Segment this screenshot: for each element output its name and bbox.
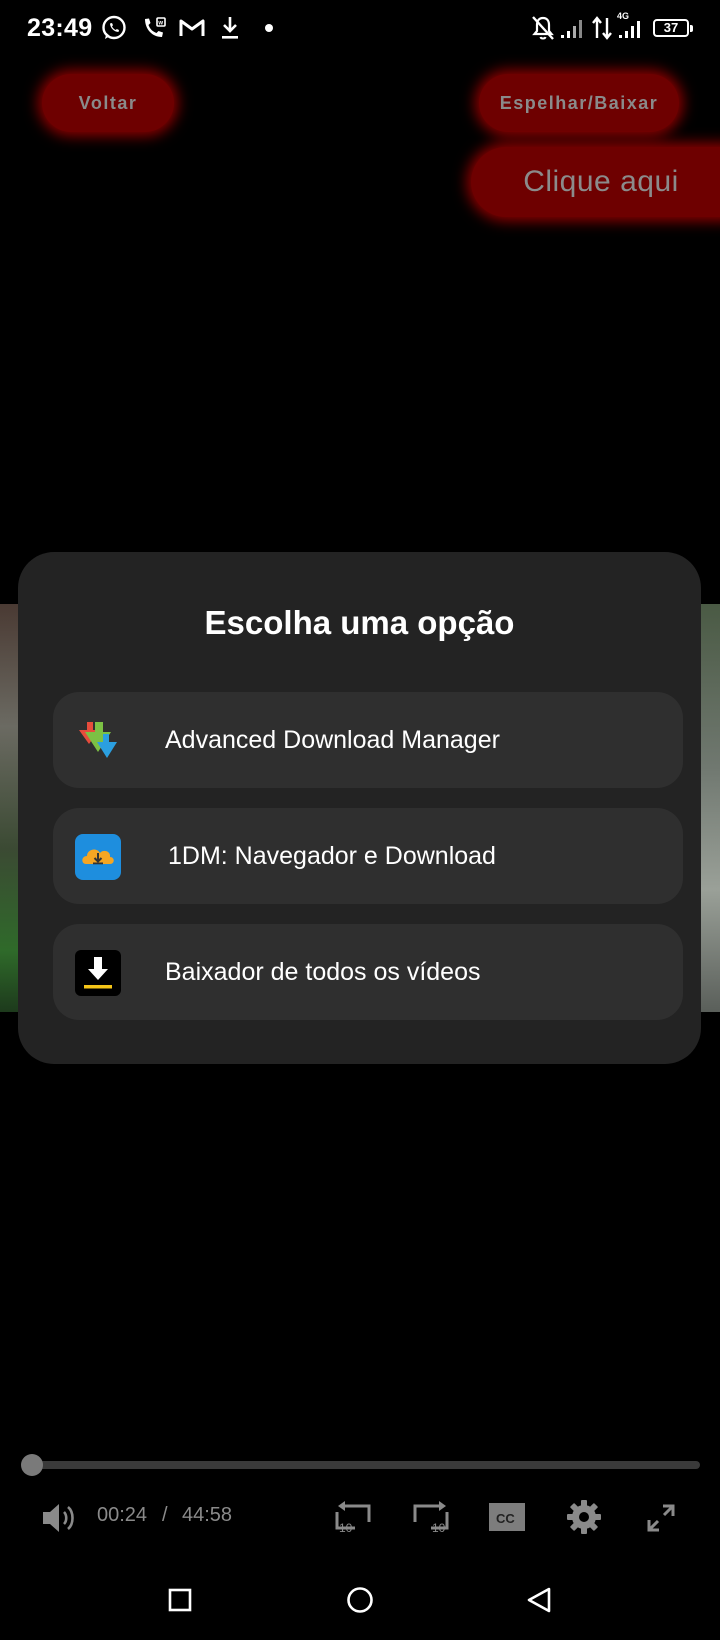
seek-bar[interactable] — [21, 1454, 700, 1476]
option-advanced-download-manager[interactable]: Advanced Download Manager — [53, 692, 683, 788]
dot-icon — [265, 24, 273, 32]
volume-icon[interactable] — [40, 1500, 78, 1536]
signal-icon — [561, 20, 582, 38]
settings-gear-icon[interactable] — [566, 1499, 602, 1535]
option-label: 1DM: Navegador e Download — [168, 842, 496, 870]
gmail-icon — [179, 19, 205, 36]
fullscreen-icon[interactable] — [645, 1502, 677, 1534]
click-here-button[interactable]: Clique aqui — [471, 147, 720, 217]
forward-10-icon[interactable]: 10 — [411, 1500, 451, 1534]
recent-apps-icon[interactable] — [167, 1587, 193, 1613]
back-nav-icon[interactable] — [525, 1585, 553, 1615]
option-label: Baixador de todos os vídeos — [165, 958, 481, 986]
dialog-title: Escolha uma opção — [204, 604, 515, 641]
video-downloader-app-icon — [75, 950, 121, 996]
current-time: 00:24 — [97, 1504, 148, 1526]
status-time: 23:49 — [27, 14, 93, 42]
total-time: 44:58 — [182, 1504, 233, 1526]
choose-option-dialog: Escolha uma opção Advanced Download Mana… — [18, 552, 701, 1064]
seek-thumb[interactable] — [21, 1454, 44, 1476]
adm-app-icon — [79, 722, 117, 758]
whatsapp-icon — [102, 15, 126, 40]
cc-label: CC — [496, 1511, 515, 1526]
data-arrows-icon — [592, 16, 612, 40]
wifi-call-icon: w — [145, 17, 166, 37]
status-bar: 23:49 w 4G 37 — [0, 0, 720, 56]
svg-text:w: w — [157, 21, 163, 27]
home-icon[interactable] — [345, 1585, 375, 1615]
mirror-download-button[interactable]: Espelhar/Baixar — [479, 74, 679, 132]
battery-icon: 37 — [653, 19, 693, 37]
signal-4g-icon — [619, 21, 640, 38]
option-all-video-downloader[interactable]: Baixador de todos os vídeos — [53, 924, 683, 1020]
battery-level: 37 — [663, 20, 679, 35]
rewind-10-icon[interactable]: 10 — [333, 1500, 373, 1534]
download-icon — [222, 17, 238, 39]
rewind-seconds-label: 10 — [339, 1521, 353, 1534]
option-label: Advanced Download Manager — [165, 726, 500, 754]
forward-seconds-label: 10 — [432, 1521, 446, 1534]
time-separator: / — [162, 1504, 168, 1526]
cc-icon[interactable]: CC — [488, 1502, 526, 1532]
option-1dm-browser-download[interactable]: 1DM: Navegador e Download — [53, 808, 683, 904]
back-button[interactable]: Voltar — [42, 74, 174, 132]
muted-bell-icon — [532, 16, 554, 40]
1dm-app-icon — [75, 834, 121, 880]
